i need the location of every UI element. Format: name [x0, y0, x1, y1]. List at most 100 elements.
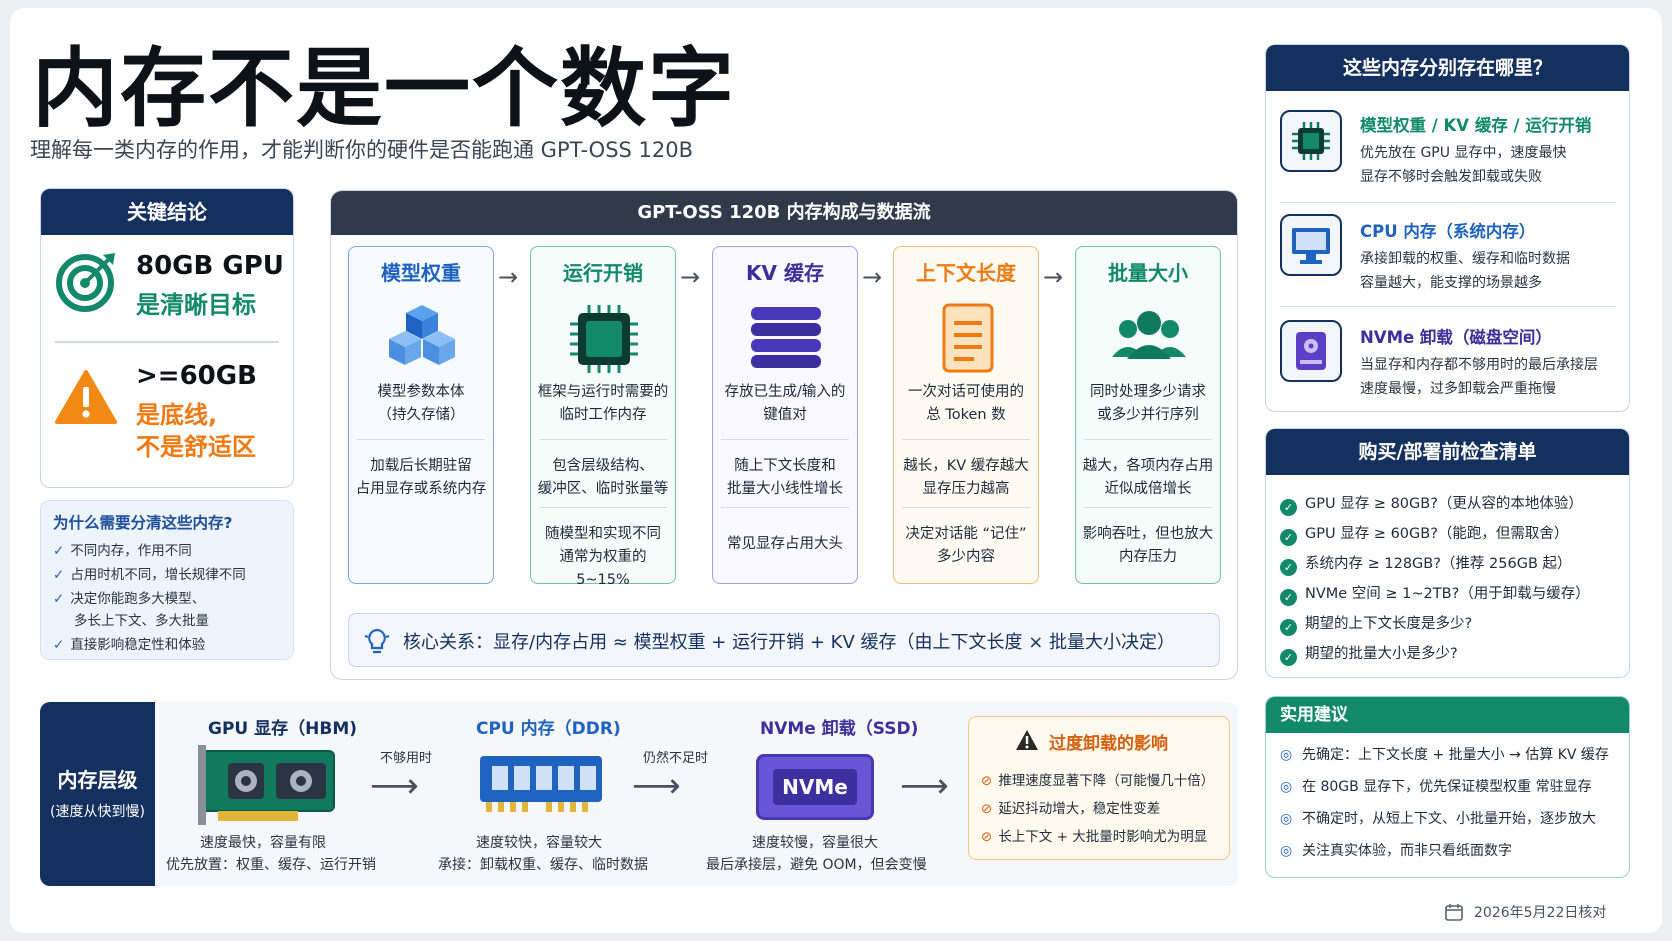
nvme-desc1: 速度较慢，容量很大 [752, 835, 878, 851]
card-desc: 模型参数本体 [377, 384, 465, 400]
offload-warning-item: ⊘ 长上下文 + 大批量时影响尤为明显 [981, 829, 1208, 845]
card-note: 多少内容 [937, 549, 995, 565]
lightbulb-icon: ◎ [1280, 843, 1293, 859]
why-item: ✓ 直接影响稳定性和体验 [53, 637, 206, 653]
offload-warning-item: ⊘ 延迟抖动增大，稳定性变差 [981, 801, 1161, 817]
advice-item: ◎ 关注真实体验，而非只看纸面数字 [1280, 843, 1512, 859]
card-note: 影响吞吐，但也放大 [1082, 526, 1214, 542]
stack-layers-icon [751, 307, 821, 368]
card-desc: 临时工作内存 [559, 407, 647, 423]
card-title: 批量大小 [1108, 261, 1188, 285]
why-item: ✓ 占用时机不同，增长规律不同 [53, 567, 246, 583]
cpu-title: CPU 内存（DDR) [476, 719, 621, 739]
divider [539, 439, 667, 440]
core-relation: 核心关系：显存/内存占用 ≈ 模型权重 + 运行开销 + KV 缓存（由上下文长… [348, 613, 1220, 667]
checklist-item: ✓ GPU 显存 ≥ 60GB?（能跑，但需取舍） [1280, 522, 1568, 546]
advice-item: ◎ 不确定时，从短上下文、小批量开始，逐步放大 [1280, 811, 1596, 827]
arrow-right-icon: → [1043, 263, 1064, 291]
divider [1280, 306, 1616, 307]
cpu-desc1: 速度较快，容量较大 [476, 835, 602, 851]
where-item-title: CPU 内存（系统内存） [1360, 222, 1536, 241]
checklist-item: ✓ NVMe 空间 ≥ 1~2TB?（用于卸载与缓存） [1280, 582, 1590, 606]
conclusion-60gb: >=60GB [136, 361, 257, 391]
card-desc: 一次对话可使用的 [908, 384, 1024, 400]
card-desc: 存放已生成/输入的 [724, 384, 846, 400]
checklist-item: ✓ 期望的上下文长度是多少? [1280, 612, 1472, 636]
card-note: 随模型和实现不同 [545, 526, 661, 542]
card-note: 批量大小线性增长 [727, 481, 843, 497]
divider [539, 507, 667, 508]
conclusion-60gb-note2: 不是舒适区 [136, 433, 256, 461]
divider [1084, 507, 1212, 508]
checklist-item: ✓ GPU 显存 ≥ 80GB?（更从容的本地体验） [1280, 492, 1583, 516]
card-note: 内存压力 [1119, 549, 1177, 565]
divider [721, 507, 849, 508]
conclusion-60gb-note1: 是底线, [136, 401, 218, 429]
card-batch-size: 批量大小 同时处理多少请求 或多少并行序列 越大，各项内存占用 近似成倍增长 影响吞… [1075, 246, 1221, 584]
warning-icon [1016, 730, 1038, 750]
divider [55, 341, 279, 343]
card-note: 包含层级结构、 [552, 458, 654, 474]
divider [721, 439, 849, 440]
gpu-title: GPU 显存（HBM) [208, 719, 358, 739]
ram-stick-icon [480, 756, 602, 812]
why-item-cont: 多长上下文、多大批量 [74, 613, 209, 629]
advice-item: ◎ 在 80GB 显存下，优先保证模型权重 常驻显存 [1280, 779, 1592, 795]
arrow-right-icon: ⟶ [632, 766, 681, 806]
offload-warning-item: ⊘ 推理速度显著下降（可能慢几十倍） [981, 773, 1215, 789]
arrow-right-icon: → [680, 263, 701, 291]
arrow-right-icon: ⟶ [370, 766, 419, 806]
hierarchy-label-sub: (速度从快到慢) [50, 804, 145, 820]
where-item-title: NVMe 卸载（磁盘空间） [1360, 328, 1552, 347]
card-title: KV 缓存 [746, 261, 824, 285]
key-conclusion-header: 关键结论 [41, 189, 293, 235]
conclusion-80gb-note: 是清晰目标 [136, 291, 256, 319]
offload-warning-title: 过度卸载的影响 [1049, 734, 1168, 754]
offload-warning-panel: 过度卸载的影响 ⊘ 推理速度显著下降（可能慢几十倍） ⊘ 延迟抖动增大，稳定性变差 … [968, 716, 1230, 860]
card-note: 近似成倍增长 [1104, 481, 1192, 497]
card-note: 加载后长期驻留 [370, 458, 472, 474]
where-item-desc: 当显存和内存都不够用时的最后承接层 [1360, 357, 1598, 373]
divider [1280, 202, 1616, 203]
where-header: 这些内存分别存在哪里？ [1266, 45, 1629, 91]
hierarchy-label-title: 内存层级 [57, 768, 138, 792]
footer-date: 2026年5月22日核对 [1474, 905, 1607, 921]
why-item: ✓ 不同内存，作用不同 [53, 543, 192, 559]
document-icon [942, 303, 994, 373]
card-note: 缓冲区、临时张量等 [537, 481, 669, 497]
arrow-right-icon: → [498, 263, 519, 291]
card-note: 占用显存或系统内存 [355, 481, 487, 497]
gpu-card-icon [198, 745, 335, 825]
nvme-title: NVMe 卸载（SSD) [760, 719, 919, 739]
warning-icon [55, 370, 117, 424]
divider [1084, 439, 1212, 440]
why-title: 为什么需要分清这些内存? [53, 514, 233, 532]
card-desc: 总 Token 数 [926, 407, 1006, 423]
monitor-icon [1280, 214, 1342, 276]
why-item: ✓ 决定你能跑多大模型、 [53, 591, 206, 607]
card-title: 模型权重 [381, 261, 461, 285]
checklist-header: 购买/部署前检查清单 [1266, 429, 1629, 475]
drive-icon [1280, 320, 1342, 382]
where-item-title: 模型权重 / KV 缓存 / 运行开销 [1360, 116, 1592, 135]
where-item-desc: 速度最慢，过多卸载会严重拖慢 [1360, 381, 1556, 397]
advice-header: 实用建议 [1266, 697, 1629, 733]
chip-icon [570, 305, 638, 373]
card-note: 越大，各项内存占用 [1082, 458, 1214, 474]
flow-header: GPT-OSS 120B 内存构成与数据流 [331, 191, 1237, 235]
card-note: 显存压力越高 [922, 481, 1010, 497]
divider [902, 439, 1030, 440]
gpu-desc1: 速度最快，容量有限 [200, 835, 326, 851]
hierarchy-label: 内存层级 (速度从快到慢) [40, 702, 155, 886]
lightbulb-icon: ◎ [1280, 811, 1293, 827]
card-note: 常见显存占用大头 [727, 536, 843, 552]
nvme-chip-label: NVMe [773, 769, 857, 805]
checklist-item: ✓ 系统内存 ≥ 128GB?（推荐 256GB 起） [1280, 552, 1572, 576]
card-desc: （持久存储） [377, 407, 465, 423]
card-model-weights: 模型权重 模型参数本体 （持久存储） 加载后长期驻留 占用显存或系统内存 [348, 246, 494, 584]
lightbulb-icon [364, 628, 390, 654]
lightbulb-icon: ◎ [1280, 779, 1293, 795]
divider [357, 439, 485, 440]
key-conclusion-panel: 关键结论 80GB GPU 是清晰目标 >=60GB 是底线, 不是舒适区 [40, 188, 294, 488]
calendar-icon [1445, 904, 1463, 921]
